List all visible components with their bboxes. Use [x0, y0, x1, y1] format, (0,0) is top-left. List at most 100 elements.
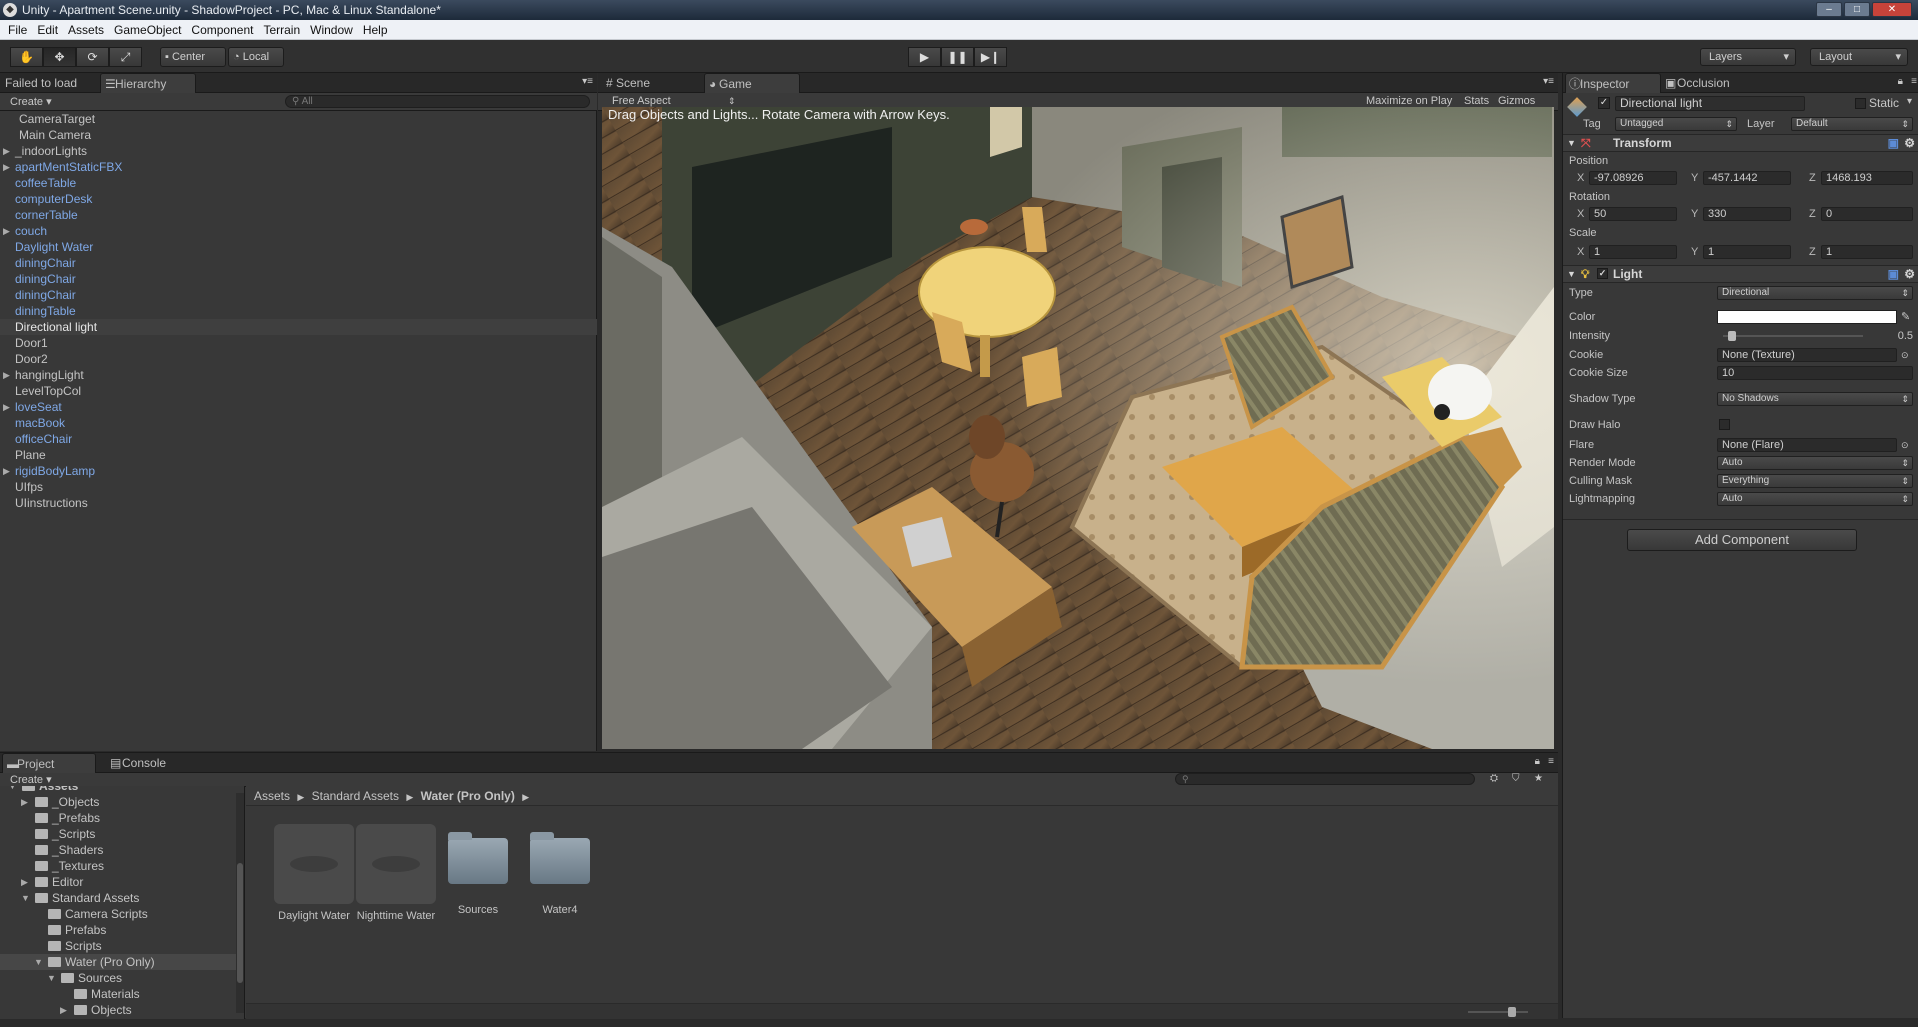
hierarchy-item[interactable]: ▶ couch: [0, 223, 597, 239]
lock-icon[interactable]: 🔒︎: [1898, 76, 1903, 87]
icon-size-slider-thumb[interactable]: [1508, 1007, 1516, 1017]
hierarchy-item[interactable]: LevelTopCol: [0, 383, 597, 399]
tag-dropdown[interactable]: Untagged: [1615, 117, 1737, 131]
object-picker-icon[interactable]: ⊙: [1901, 437, 1909, 453]
hierarchy-item[interactable]: Door2: [0, 351, 597, 367]
menu-assets[interactable]: Assets: [66, 23, 112, 37]
pivot-center-button[interactable]: ▪ Center: [160, 47, 226, 67]
expand-arrow-icon[interactable]: ▶: [3, 143, 10, 159]
component-settings-gear-icon[interactable]: ⚙: [1904, 135, 1915, 151]
layer-dropdown[interactable]: Default: [1791, 117, 1913, 131]
layers-dropdown[interactable]: Layers: [1700, 48, 1796, 66]
hierarchy-item[interactable]: diningChair: [0, 255, 597, 271]
project-tree-scrollbar[interactable]: [236, 793, 244, 1013]
position-x-field[interactable]: -97.08926: [1589, 171, 1677, 185]
collapse-arrow-icon[interactable]: ▼: [34, 954, 43, 970]
light-cookie-field[interactable]: None (Texture): [1717, 348, 1897, 362]
hierarchy-item[interactable]: ▶ _indoorLights: [0, 143, 597, 159]
collapse-arrow-icon[interactable]: ▼: [21, 890, 30, 906]
project-tree-item[interactable]: Camera Scripts: [0, 906, 244, 922]
rotation-x-field[interactable]: 50: [1589, 207, 1677, 221]
hierarchy-item[interactable]: UIinstructions: [0, 495, 597, 511]
maximize-icon[interactable]: □: [1844, 2, 1870, 17]
hierarchy-item[interactable]: diningChair: [0, 271, 597, 287]
hierarchy-item[interactable]: Plane: [0, 447, 597, 463]
hierarchy-item[interactable]: ▶ rigidBodyLamp: [0, 463, 597, 479]
light-enabled-checkbox[interactable]: ✓: [1597, 268, 1608, 279]
game-render-viewport[interactable]: Drag Objects and Lights... Rotate Camera…: [602, 107, 1554, 749]
project-tree-item[interactable]: ▼ Water (Pro Only): [0, 954, 244, 970]
position-z-field[interactable]: 1468.193: [1821, 171, 1913, 185]
expand-arrow-icon[interactable]: ▶: [3, 367, 10, 383]
rotation-z-field[interactable]: 0: [1821, 207, 1913, 221]
hierarchy-item[interactable]: diningChair: [0, 287, 597, 303]
light-color-swatch[interactable]: [1717, 310, 1897, 324]
tab-occlusion[interactable]: ▣ Occlusion: [1663, 73, 1763, 93]
expand-arrow-icon[interactable]: ▶: [3, 159, 10, 175]
project-tree-item[interactable]: ▶ _Objects: [0, 794, 244, 810]
scale-z-field[interactable]: 1: [1821, 245, 1913, 259]
scale-x-field[interactable]: 1: [1589, 245, 1677, 259]
hierarchy-item[interactable]: ▶ loveSeat: [0, 399, 597, 415]
expand-arrow-icon[interactable]: ▶: [60, 1002, 67, 1018]
breadcrumb-item-standard-assets[interactable]: Standard Assets: [312, 789, 399, 803]
help-book-icon[interactable]: ▣: [1888, 135, 1899, 151]
light-lightmapping-dropdown[interactable]: Auto: [1717, 492, 1913, 506]
menu-file[interactable]: File: [6, 23, 35, 37]
expand-arrow-icon[interactable]: ▶: [21, 874, 28, 890]
light-render-mode-dropdown[interactable]: Auto: [1717, 456, 1913, 470]
object-name-field[interactable]: Directional light: [1615, 96, 1805, 111]
project-search-input[interactable]: ⚲: [1175, 773, 1475, 785]
light-culling-mask-dropdown[interactable]: Everything: [1717, 474, 1913, 488]
hierarchy-item[interactable]: diningTable: [0, 303, 597, 319]
pivot-local-button[interactable]: ◔ Local: [228, 47, 284, 67]
help-book-icon[interactable]: ▣: [1888, 266, 1899, 282]
project-tree-item[interactable]: _Prefabs: [0, 810, 244, 826]
light-shadow-type-dropdown[interactable]: No Shadows: [1717, 392, 1913, 406]
expand-arrow-icon[interactable]: ▶: [21, 794, 28, 810]
lock-icon[interactable]: 🔒︎: [1535, 756, 1540, 767]
light-cookie-size-field[interactable]: 10: [1717, 366, 1913, 380]
rotate-tool-icon[interactable]: ⟳: [76, 47, 109, 67]
tab-scene[interactable]: # Scene: [602, 73, 692, 93]
object-picker-icon[interactable]: ⊙: [1901, 347, 1909, 363]
tab-game[interactable]: ◕ Game: [704, 73, 800, 93]
light-type-dropdown[interactable]: Directional: [1717, 286, 1913, 300]
project-tree-item[interactable]: _Textures: [0, 858, 244, 874]
menu-component[interactable]: Component: [189, 23, 261, 37]
create-dropdown[interactable]: Create ▾: [10, 95, 52, 108]
intensity-slider-track[interactable]: [1723, 331, 1863, 341]
project-tree-item[interactable]: ▼ Sources: [0, 970, 244, 986]
favorite-star-icon[interactable]: ★: [1534, 773, 1543, 784]
tab-hierarchy[interactable]: ☰ Hierarchy: [100, 73, 196, 93]
project-tree-item[interactable]: ▶ Editor: [0, 874, 244, 890]
light-intensity-value[interactable]: 0.5: [1873, 328, 1913, 344]
panel-menu-icon[interactable]: ≡: [1911, 76, 1917, 87]
failed-to-load-tab[interactable]: Failed to load: [0, 73, 100, 93]
hierarchy-item[interactable]: coffeeTable: [0, 175, 597, 191]
scale-tool-icon[interactable]: ⤢: [109, 47, 142, 67]
expand-arrow-icon[interactable]: ▶: [3, 463, 10, 479]
panel-menu-icon[interactable]: ▾≡: [582, 76, 593, 87]
menu-edit[interactable]: Edit: [35, 23, 66, 37]
tab-console[interactable]: ▤ Console: [96, 753, 192, 773]
project-tree-item[interactable]: Scripts: [0, 938, 244, 954]
project-tree-item[interactable]: Prefabs: [0, 922, 244, 938]
project-tree-item[interactable]: Materials: [0, 986, 244, 1002]
tab-project[interactable]: ▬ Project: [2, 753, 96, 773]
hierarchy-item[interactable]: cornerTable: [0, 207, 597, 223]
scale-y-field[interactable]: 1: [1703, 245, 1791, 259]
menu-terrain[interactable]: Terrain: [261, 23, 308, 37]
collapse-arrow-icon[interactable]: ▼: [8, 786, 17, 794]
play-icon[interactable]: ▶: [908, 47, 941, 67]
filter-by-type-icon[interactable]: ⛭: [1490, 773, 1498, 784]
menu-gameobject[interactable]: GameObject: [112, 23, 189, 37]
static-checkbox[interactable]: [1855, 98, 1866, 109]
filter-by-label-icon[interactable]: ⛉: [1512, 773, 1520, 784]
minimize-icon[interactable]: –: [1816, 2, 1842, 17]
hierarchy-item[interactable]: Door1: [0, 335, 597, 351]
project-tree-item[interactable]: ▼ Assets: [0, 786, 244, 794]
intensity-slider-thumb[interactable]: [1727, 331, 1736, 341]
tab-inspector[interactable]: ⓘ Inspector: [1565, 73, 1661, 93]
hierarchy-item[interactable]: macBook: [0, 415, 597, 431]
